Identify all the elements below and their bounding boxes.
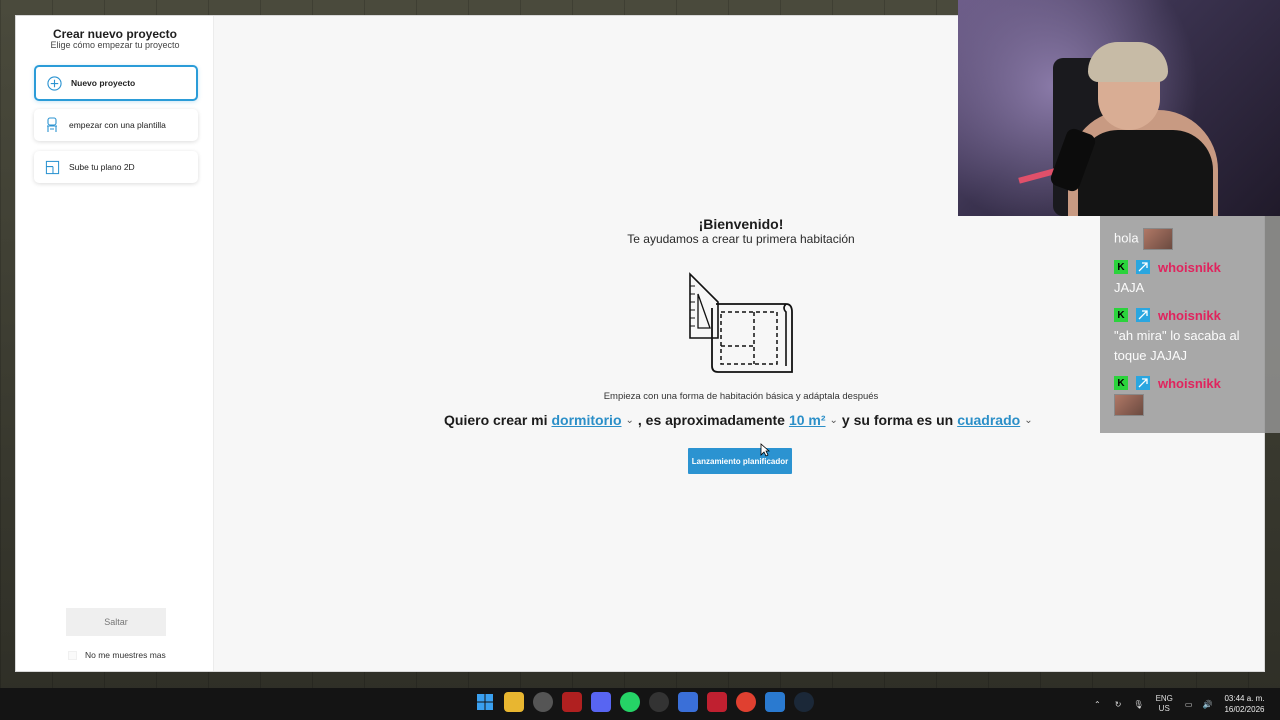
prime-badge-icon [1136,308,1150,322]
shape-hint: Empieza con una forma de habitación bási… [603,391,879,402]
emote-icon [1142,228,1173,250]
prime-badge-icon [1136,376,1150,390]
kick-badge-icon: K [1114,260,1128,274]
shape-select[interactable]: cuadrado [957,412,1020,428]
chat-message: Kwhoisnikk JAJA [1114,256,1266,298]
volume-icon[interactable]: 🔊 [1202,700,1212,709]
chevron-up-icon[interactable]: ⌃ [1094,700,1101,709]
room-sentence: Quiero crear mi dormitorio ⌄ , es aproxi… [444,412,1064,428]
room-type-value: dormitorio [551,412,622,428]
photo-app-icon[interactable] [764,692,785,712]
emote-icon [1114,394,1144,416]
shape-value: cuadrado [957,412,1021,428]
chat-username: whoisnikk [1158,307,1221,323]
settings-icon[interactable] [532,692,553,712]
welcome-subtitle: Te ayudamos a crear tu primera habitació… [627,232,855,246]
chat-text: hola [1114,230,1139,246]
welcome-title: ¡Bienvenido! [698,216,784,232]
room-type-select[interactable]: dormitorio [552,412,622,428]
language-indicator[interactable]: ENG US [1156,694,1173,714]
option-label: Nuevo proyecto [71,78,136,88]
dont-show-checkbox[interactable] [68,650,77,660]
mic-icon[interactable]: 🎙 [1133,700,1143,709]
launch-planner-button[interactable]: Lanzamiento planificador [688,448,792,474]
file-explorer-icon[interactable] [503,692,524,712]
dont-show-again[interactable]: No me muestres mas [68,650,166,660]
clock[interactable]: 03:44 a. m. 16/02/2026 [1224,693,1264,715]
voicemeeter-icon[interactable] [561,692,582,712]
chat-text: "ah mira" lo sacaba al toque JAJAJ [1114,328,1240,363]
windows-start-icon[interactable] [475,692,495,712]
lang-bottom: US [1158,704,1170,713]
steam-icon[interactable] [793,692,814,712]
chat-message: hola [1114,228,1266,250]
kick-badge-icon: K [1114,308,1128,322]
mouse-cursor-icon [760,443,770,457]
dont-show-label: No me muestres mas [85,650,166,660]
taskbar-apps [470,692,818,712]
option-label: Sube tu plano 2D [69,162,135,172]
option-label: empezar con una plantilla [69,120,166,130]
plus-circle-icon [46,75,62,91]
chat-message: Kwhoisnikk "ah mira" lo sacaba al toque … [1114,304,1266,366]
floorplan-illustration [689,272,793,373]
chat-message: Kwhoisnikk [1114,372,1266,416]
chat-overlay: hola Kwhoisnikk JAJA Kwhoisnikk "ah mira… [1100,216,1280,433]
lang-top: ENG [1155,694,1173,703]
sidebar-title: Crear nuevo proyecto [52,27,178,41]
area-select[interactable]: 10 m² [789,412,826,428]
sidebar-subtitle: Elige cómo empezar tu proyecto [50,40,180,50]
clock-date: 16/02/2026 [1224,705,1265,714]
network-icon[interactable]: ↻ [1115,700,1122,709]
sentence-part2: , es aproximadamente [637,412,785,428]
area-value: 10 m² [788,412,826,428]
option-template[interactable]: empezar con una plantilla [34,109,198,141]
chrome-icon[interactable] [735,692,756,712]
sidebar: Crear nuevo proyecto Elige cómo empezar … [16,16,214,671]
sentence-part3: y su forma es un [841,412,954,428]
recorder-icon[interactable] [706,692,727,712]
option-upload-plan[interactable]: Sube tu plano 2D [34,151,198,183]
skip-button[interactable]: Saltar [66,608,166,636]
chevron-down-icon: ⌄ [1024,414,1033,426]
chair-icon [44,117,60,133]
chevron-down-icon: ⌄ [829,414,838,426]
chat-username: whoisnikk [1158,259,1221,275]
webcam-overlay [958,0,1280,216]
discord-icon[interactable] [590,692,611,712]
mail-icon[interactable] [677,692,698,712]
chat-text: JAJA [1114,280,1145,295]
option-new-project[interactable]: Nuevo proyecto [34,65,198,101]
system-tray: ⌃ ↻ 🎙 ENG US ▭ 🔊 03:44 a. m. 16/02/2026 [1094,688,1264,720]
whatsapp-icon[interactable] [619,692,640,712]
obs-icon[interactable] [648,692,669,712]
chat-username: whoisnikk [1158,375,1221,391]
floorplan-icon [44,159,60,175]
display-icon[interactable]: ▭ [1185,700,1193,709]
chevron-down-icon: ⌄ [625,414,634,426]
sentence-part1: Quiero crear mi [444,412,548,428]
kick-badge-icon: K [1114,376,1128,390]
prime-badge-icon [1136,260,1150,274]
clock-time: 03:44 a. m. [1224,694,1265,703]
taskbar: ⌃ ↻ 🎙 ENG US ▭ 🔊 03:44 a. m. 16/02/2026 [0,688,1280,720]
